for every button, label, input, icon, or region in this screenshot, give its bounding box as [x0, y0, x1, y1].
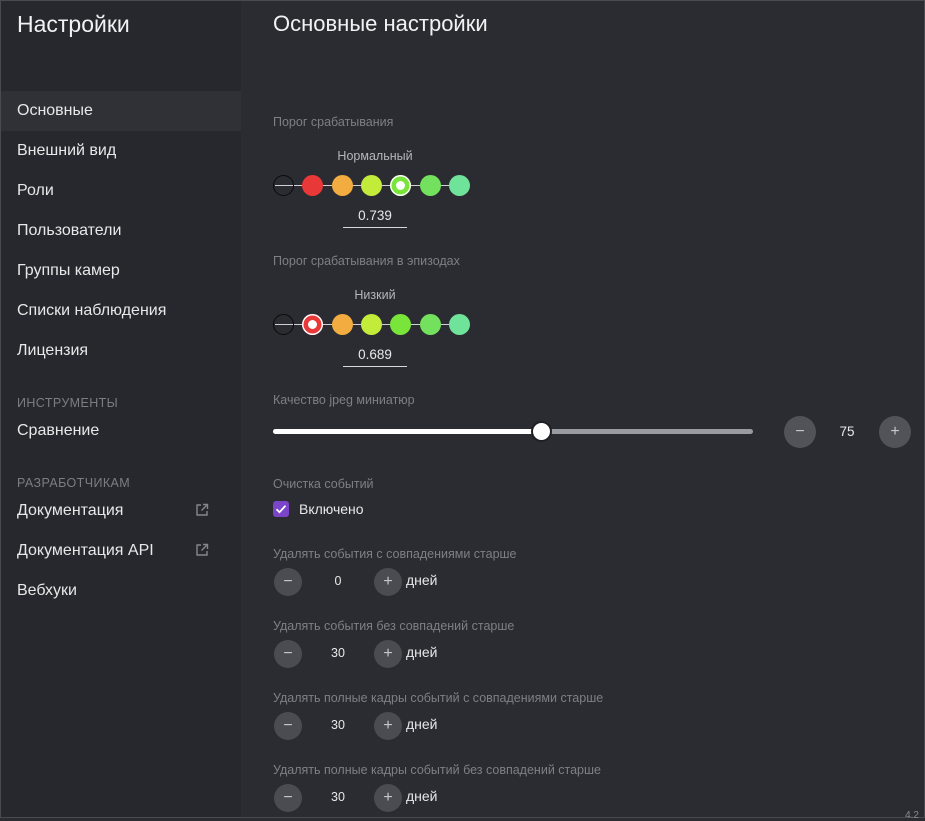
jpeg-quality-label: Качество jpeg миниатюр: [273, 393, 415, 407]
cleanup-checkbox[interactable]: [273, 501, 289, 517]
sidebar-item-webhooks[interactable]: Вебхуки: [1, 571, 241, 611]
retention-fullframe-matched-decrease-button[interactable]: −: [274, 712, 302, 740]
threshold-level-none[interactable]: [273, 175, 294, 196]
sidebar-item-roles[interactable]: Роли: [1, 171, 241, 211]
retention-matched-value: 0: [334, 574, 342, 588]
retention-unmatched-unit: дней: [406, 644, 438, 660]
sidebar-item-comparison[interactable]: Сравнение: [1, 411, 241, 451]
retention-fullframe-unmatched-decrease-button[interactable]: −: [274, 784, 302, 812]
retention-fullframe-matched-value: 30: [331, 718, 345, 732]
episode-threshold-value[interactable]: 0.689: [343, 346, 407, 367]
retention-fullframe-matched-label: Удалять полные кадры событий с совпадени…: [273, 691, 604, 705]
retention-matched-label: Удалять события с совпадениями старше: [273, 547, 517, 561]
retention-matched-decrease-button[interactable]: −: [274, 568, 302, 596]
episode-threshold-level-4[interactable]: [390, 314, 411, 335]
jpeg-quality-slider-thumb[interactable]: [530, 421, 552, 442]
episode-threshold-selector: [273, 314, 473, 336]
jpeg-quality-slider-fill: [273, 429, 541, 434]
retention-unmatched-label: Удалять события без совпадений старше: [273, 619, 515, 633]
retention-fullframe-unmatched-value: 30: [331, 790, 345, 804]
threshold-level-3[interactable]: [361, 175, 382, 196]
sidebar-section-tools: ИНСТРУМЕНТЫ: [17, 396, 119, 410]
retention-fullframe-unmatched-increase-button[interactable]: +: [374, 784, 402, 812]
cleanup-checkbox-label[interactable]: Включено: [299, 501, 364, 517]
threshold-level-1[interactable]: [302, 175, 323, 196]
jpeg-quality-value: 75: [839, 424, 855, 439]
sidebar-item-appearance[interactable]: Внешний вид: [1, 131, 241, 171]
retention-unmatched-decrease-button[interactable]: −: [274, 640, 302, 668]
jpeg-quality-decrease-button[interactable]: −: [784, 416, 816, 448]
episode-threshold-level-3[interactable]: [361, 314, 382, 335]
retention-unmatched-increase-button[interactable]: +: [374, 640, 402, 668]
page-title: Основные настройки: [273, 11, 488, 36]
retention-fullframe-matched-increase-button[interactable]: +: [374, 712, 402, 740]
sidebar-title: Настройки: [17, 11, 130, 37]
threshold-level-6[interactable]: [449, 175, 470, 196]
external-link-icon: [196, 543, 209, 556]
main-panel: Основные настройки Порог срабатывания Но…: [241, 1, 923, 821]
sidebar-item-label: Документация: [17, 502, 124, 519]
jpeg-quality-slider[interactable]: [273, 421, 753, 442]
checkmark-icon: [275, 505, 287, 514]
retention-fullframe-unmatched-label: Удалять полные кадры событий без совпаде…: [273, 763, 601, 777]
sidebar-item-camera-groups[interactable]: Группы камер: [1, 251, 241, 291]
jpeg-quality-increase-button[interactable]: +: [879, 416, 911, 448]
sidebar-section-developers: РАЗРАБОТЧИКАМ: [17, 476, 131, 490]
selected-marker: [308, 320, 317, 329]
retention-matched-unit: дней: [406, 572, 438, 588]
retention-unmatched-value: 30: [331, 646, 345, 660]
threshold-level-4[interactable]: [390, 175, 411, 196]
episode-threshold-label: Порог срабатывания в эпизодах: [273, 254, 460, 268]
sidebar-item-watchlists[interactable]: Списки наблюдения: [1, 291, 241, 331]
retention-fullframe-unmatched-unit: дней: [406, 788, 438, 804]
retention-matched-increase-button[interactable]: +: [374, 568, 402, 596]
version-text: 4.2: [905, 810, 919, 821]
episode-threshold-level-none[interactable]: [273, 314, 294, 335]
threshold-level-5[interactable]: [420, 175, 441, 196]
threshold-selector: [273, 175, 473, 197]
threshold-value[interactable]: 0.739: [343, 207, 407, 228]
sidebar-item-general[interactable]: Основные: [1, 91, 241, 131]
cleanup-label: Очистка событий: [273, 477, 374, 491]
threshold-level-label: Нормальный: [337, 149, 413, 163]
episode-threshold-level-2[interactable]: [332, 314, 353, 335]
episode-threshold-level-1[interactable]: [302, 314, 323, 335]
sidebar-item-users[interactable]: Пользователи: [1, 211, 241, 251]
sidebar-item-license[interactable]: Лицензия: [1, 331, 241, 371]
sidebar-item-api-documentation[interactable]: Документация API: [1, 531, 241, 571]
retention-fullframe-matched-unit: дней: [406, 716, 438, 732]
sidebar-item-documentation[interactable]: Документация: [1, 491, 241, 531]
sidebar: Настройки Основные Внешний вид Роли Поль…: [1, 1, 241, 817]
episode-threshold-level-6[interactable]: [449, 314, 470, 335]
episode-threshold-level-label: Низкий: [354, 288, 396, 302]
episode-threshold-level-5[interactable]: [420, 314, 441, 335]
selected-marker: [396, 181, 405, 190]
external-link-icon: [196, 503, 209, 516]
threshold-level-2[interactable]: [332, 175, 353, 196]
threshold-label: Порог срабатывания: [273, 115, 394, 129]
sidebar-item-label: Документация API: [17, 542, 154, 559]
